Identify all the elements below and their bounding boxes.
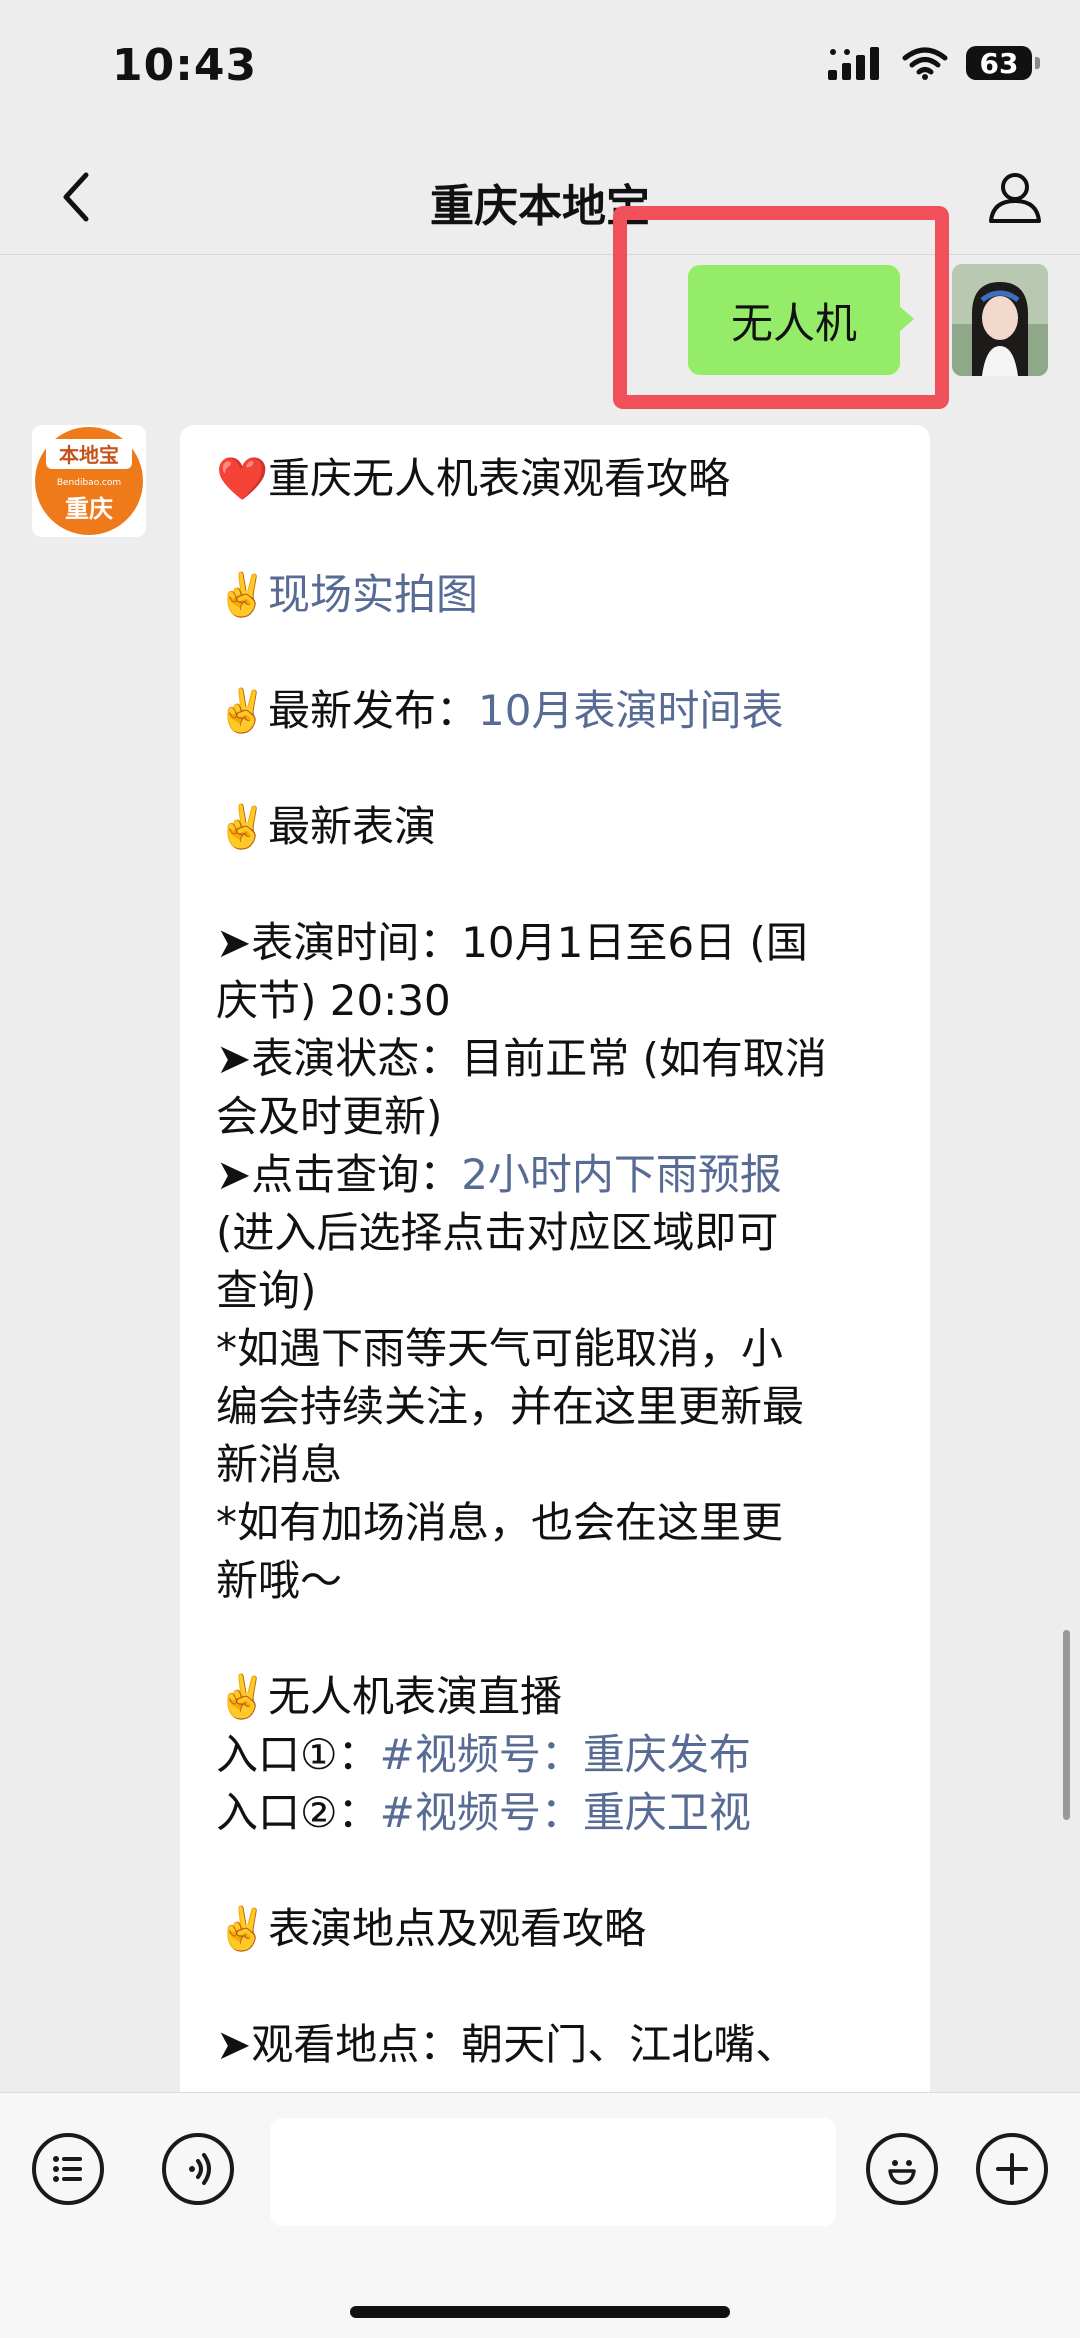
msg-title-line: ❤️重庆无人机表演观看攻略 (216, 450, 900, 508)
msg-line: ➤点击查询：2小时内下雨预报 (216, 1150, 782, 1199)
plus-icon (996, 2153, 1028, 2185)
photos-link[interactable]: 现场实拍图 (268, 570, 478, 619)
menu-button[interactable] (32, 2133, 104, 2205)
msg-line: ➤表演状态：目前正常 (如有取消 (216, 1034, 827, 1083)
msg-line: *如有加场消息，也会在这里更 (216, 1498, 784, 1547)
scroll-indicator[interactable] (1063, 1630, 1070, 1820)
sent-message-text: 无人机 (730, 298, 857, 348)
msg-line: (进入后选择点击对应区域即可 (216, 1208, 779, 1257)
svg-text:重庆: 重庆 (65, 495, 113, 523)
msg-line: 新消息 (216, 1440, 343, 1489)
schedule-link[interactable]: 10月表演时间表 (478, 686, 783, 735)
victory-hand-icon: ✌️ (216, 1904, 269, 1953)
message-input[interactable] (270, 2118, 836, 2226)
my-avatar[interactable] (952, 264, 1048, 376)
msg-line: ✌️表演地点及观看攻略 (216, 1900, 900, 1958)
msg-line: ✌️现场实拍图 (216, 566, 900, 624)
msg-line: 新哦～ (216, 1556, 343, 1605)
status-icons: 63 (828, 46, 1040, 80)
bendibao-logo: 本地宝 Bendibao.com 重庆 (35, 427, 143, 535)
smiley-icon (888, 2160, 916, 2185)
msg-line: *如遇下雨等天气可能取消，小 (216, 1324, 784, 1373)
msg-line: 编会持续关注，并在这里更新最 (216, 1382, 805, 1431)
bot-avatar[interactable]: 本地宝 Bendibao.com 重庆 (32, 425, 146, 537)
msg-line: 查询) (216, 1266, 317, 1315)
msg-line: ✌️最新发布：10月表演时间表 (216, 682, 900, 740)
heart-icon: ❤️ (216, 454, 269, 503)
msg-line: ➤观看地点：朝天门、江北嘴、 (216, 2020, 798, 2069)
home-indicator[interactable] (350, 2306, 730, 2318)
add-button[interactable] (976, 2133, 1048, 2205)
msg-line: ✌️最新表演 (216, 798, 900, 856)
victory-hand-icon: ✌️ (216, 802, 269, 851)
live-entry-2-link[interactable]: #视频号：重庆卫视 (380, 1788, 751, 1837)
voice-icon (189, 2153, 211, 2185)
victory-hand-icon: ✌️ (216, 1672, 269, 1721)
svg-text:Bendibao.com: Bendibao.com (57, 478, 121, 488)
received-message-bubble[interactable]: ❤️重庆无人机表演观看攻略 ✌️现场实拍图 ✌️最新发布：10月表演时间表 ✌️… (180, 425, 930, 2125)
wifi-icon (902, 47, 948, 80)
msg-line: 入口①：#视频号：重庆发布 (216, 1730, 751, 1779)
msg-line: 庆节) 20:30 (216, 976, 451, 1025)
emoji-button[interactable] (866, 2133, 938, 2205)
chat-info-button[interactable] (980, 162, 1050, 232)
signal-icon (828, 47, 879, 80)
battery-level: 63 (979, 46, 1019, 80)
rain-forecast-link[interactable]: 2小时内下雨预报 (461, 1150, 782, 1199)
msg-line: 入口②：#视频号：重庆卫视 (216, 1788, 751, 1837)
input-bar (0, 2092, 1080, 2338)
status-bar: 10:43 63 (0, 0, 1080, 140)
svg-text:本地宝: 本地宝 (59, 443, 119, 467)
user-photo (952, 264, 1048, 376)
person-icon (989, 173, 1041, 223)
victory-hand-icon: ✌️ (216, 570, 269, 619)
battery-indicator: 63 (966, 46, 1040, 80)
msg-line: ➤表演时间：10月1日至6日 (国 (216, 918, 808, 967)
list-menu-icon (53, 2156, 82, 2182)
victory-hand-icon: ✌️ (216, 686, 269, 735)
status-time: 10:43 (112, 40, 258, 91)
msg-line: 会及时更新) (216, 1092, 443, 1141)
live-entry-1-link[interactable]: #视频号：重庆发布 (380, 1730, 751, 1779)
voice-button[interactable] (162, 2133, 234, 2205)
msg-line: ✌️无人机表演直播 (216, 1668, 900, 1726)
sent-message-bubble[interactable]: 无人机 (688, 265, 914, 375)
